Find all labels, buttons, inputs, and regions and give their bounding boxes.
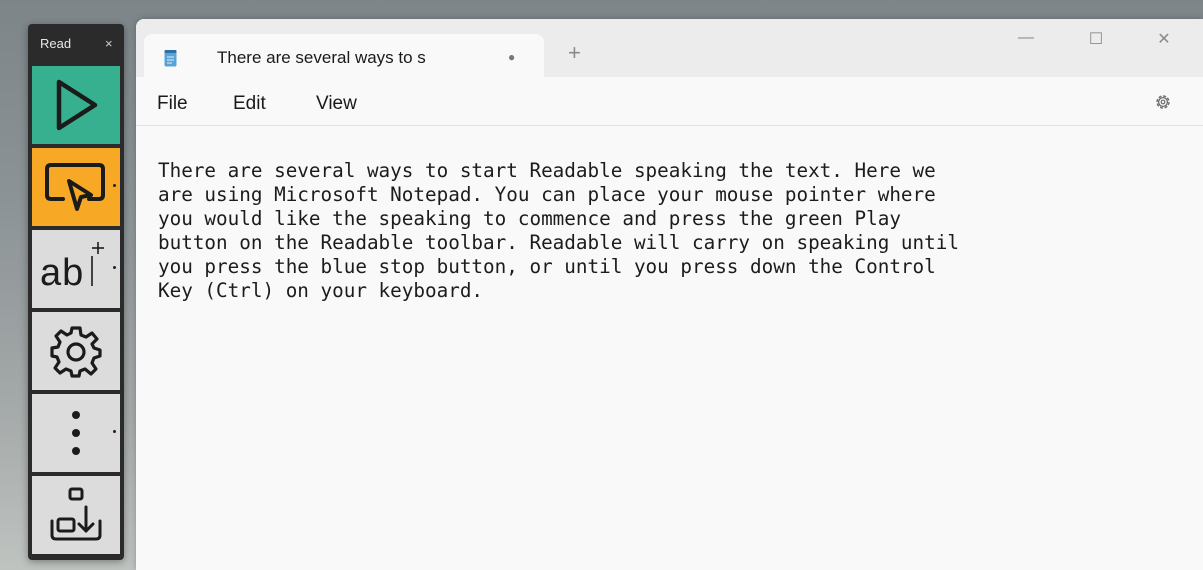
toolbar-close-button[interactable]: × — [105, 36, 113, 51]
dropdown-indicator — [113, 430, 116, 433]
settings-button[interactable] — [32, 312, 120, 390]
unsaved-indicator[interactable]: ● — [508, 50, 515, 64]
play-icon — [56, 79, 98, 131]
ab-text-icon: ab — [40, 252, 85, 294]
more-vertical-icon — [72, 411, 80, 455]
document-tab[interactable]: There are several ways to s ● — [144, 34, 544, 77]
ab-text-button[interactable]: ab — [32, 230, 120, 308]
settings-gear-icon[interactable] — [1154, 93, 1172, 111]
dock-toolbar-button[interactable] — [32, 476, 120, 554]
dropdown-indicator — [113, 266, 116, 269]
toolbar-title: Read — [40, 36, 72, 51]
gear-icon — [50, 326, 102, 378]
dock-download-icon — [50, 487, 102, 541]
toolbar-titlebar[interactable]: Read × — [28, 24, 124, 64]
dropdown-indicator — [113, 184, 116, 187]
close-button[interactable]: ✕ — [1144, 29, 1184, 55]
screen-pointer-icon — [45, 163, 105, 211]
notepad-icon — [164, 50, 177, 67]
title-bar[interactable]: There are several ways to s ● + — ☐ ✕ — [136, 19, 1203, 77]
minimize-button[interactable]: — — [1006, 29, 1046, 55]
play-button[interactable] — [32, 66, 120, 144]
menu-edit[interactable]: Edit — [233, 93, 266, 115]
plus-cursor-icon — [91, 242, 104, 286]
menu-file[interactable]: File — [157, 93, 188, 115]
text-editor[interactable]: There are several ways to start Readable… — [158, 159, 1188, 303]
menu-view[interactable]: View — [316, 93, 357, 115]
notepad-window: There are several ways to s ● + — ☐ ✕ Fi… — [136, 19, 1203, 570]
new-tab-button[interactable]: + — [568, 42, 581, 64]
menu-bar: File Edit View — [136, 77, 1203, 126]
more-options-button[interactable] — [32, 394, 120, 472]
tab-title: There are several ways to s — [217, 48, 426, 67]
screen-pointer-button[interactable] — [32, 148, 120, 226]
readable-toolbar: Read × ab — [28, 24, 124, 560]
maximize-button[interactable]: ☐ — [1076, 29, 1116, 55]
